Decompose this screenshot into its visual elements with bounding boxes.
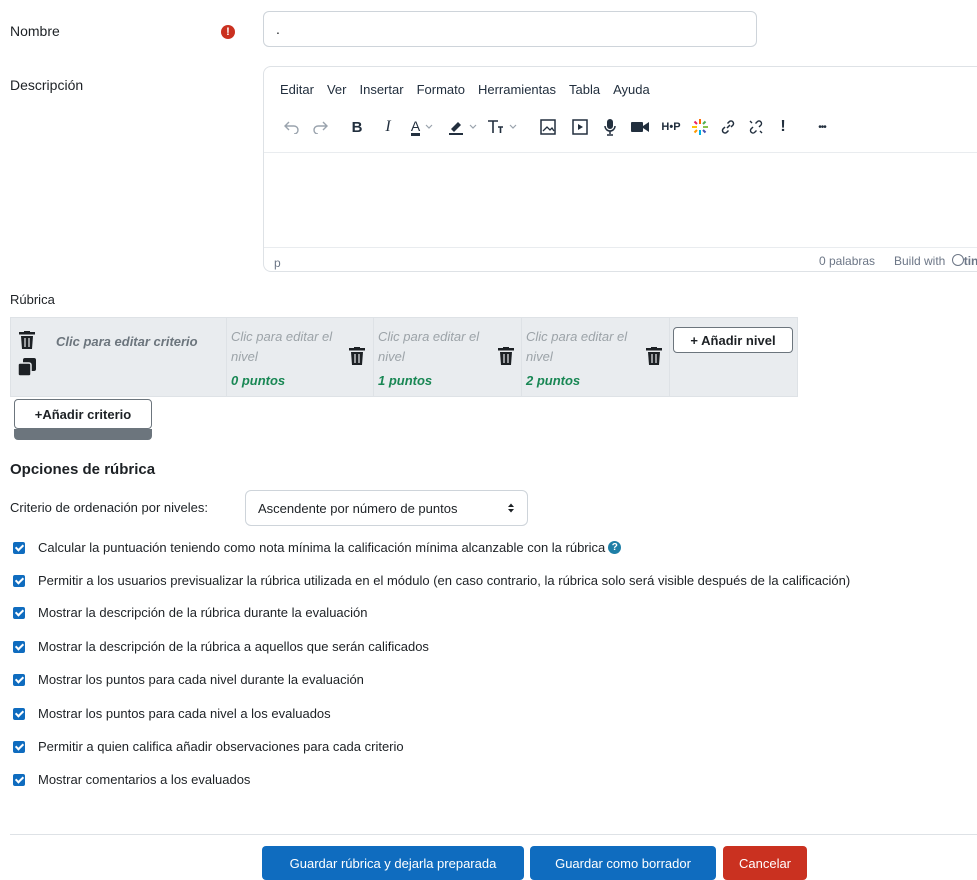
select-arrows-icon: [508, 503, 514, 513]
duplicate-criterion-icon[interactable]: [17, 358, 36, 379]
rubric-label: Rúbrica: [10, 292, 55, 307]
checkbox-checked[interactable]: [13, 541, 25, 554]
menu-tabla[interactable]: Tabla: [569, 82, 600, 97]
checkbox-row[interactable]: Mostrar comentarios a los evaluados: [13, 772, 250, 787]
criterion-description[interactable]: Clic para editar criterio: [56, 334, 198, 349]
rubric-level[interactable]: Clic para editar el nivel 1 puntos: [373, 318, 521, 396]
editor-toolbar: B I A H•P ! •••: [278, 111, 842, 143]
checkbox-row[interactable]: Mostrar la descripción de la rúbrica a a…: [13, 639, 429, 654]
description-label: Descripción: [10, 77, 84, 93]
checkbox-row[interactable]: Permitir a quien califica añadir observa…: [13, 739, 404, 754]
checkbox-label: Mostrar los puntos para cada nivel duran…: [38, 672, 364, 687]
delete-level-icon[interactable]: [498, 347, 514, 368]
checkbox-label: Mostrar la descripción de la rúbrica dur…: [38, 605, 368, 620]
save-draft-button[interactable]: Guardar como borrador: [530, 846, 716, 880]
highlight-icon[interactable]: [442, 113, 482, 141]
name-label: Nombre: [10, 23, 60, 39]
add-criterion-bar: [14, 429, 152, 440]
menu-herramientas[interactable]: Herramientas: [478, 82, 556, 97]
checkbox-checked[interactable]: [13, 673, 25, 686]
unlink-icon[interactable]: [742, 113, 770, 141]
checkbox-row[interactable]: Mostrar los puntos para cada nivel duran…: [13, 672, 364, 687]
image-icon[interactable]: [532, 113, 564, 141]
italic-icon[interactable]: I: [374, 113, 402, 141]
text-color-icon[interactable]: A: [402, 113, 442, 141]
level-description[interactable]: Clic para editar el nivel: [526, 327, 644, 367]
checkbox-label: Permitir a los usuarios previsualizar la…: [38, 573, 851, 588]
element-path[interactable]: p: [274, 256, 281, 270]
h5p-icon[interactable]: H•P: [656, 113, 686, 141]
cancel-button[interactable]: Cancelar: [723, 846, 807, 880]
sort-order-value: Ascendente por número de puntos: [258, 500, 458, 516]
sort-order-select[interactable]: Ascendente por número de puntos: [245, 490, 528, 526]
checkbox-checked[interactable]: [13, 773, 25, 786]
rubric-editor: Clic para editar criterio Clic para edit…: [10, 317, 798, 397]
add-level-cell: + Añadir nivel: [669, 318, 797, 396]
checkbox-checked[interactable]: [13, 740, 25, 753]
menu-ver[interactable]: Ver: [327, 82, 347, 97]
checkbox-row[interactable]: Mostrar los puntos para cada nivel a los…: [13, 706, 331, 721]
level-points[interactable]: 0 puntos: [231, 373, 285, 388]
undo-icon[interactable]: [278, 113, 306, 141]
more-icon[interactable]: •••: [802, 113, 842, 141]
build-with-tinymce[interactable]: Build with tinyMCE: [894, 254, 977, 268]
checkbox-checked[interactable]: [13, 606, 25, 619]
microphone-icon[interactable]: [596, 113, 624, 141]
rubric-level[interactable]: Clic para editar el nivel 2 puntos: [521, 318, 669, 396]
checkbox-checked[interactable]: [13, 574, 25, 587]
level-description[interactable]: Clic para editar el nivel: [231, 327, 349, 367]
delete-level-icon[interactable]: [646, 347, 662, 368]
name-input[interactable]: [263, 11, 757, 47]
menu-ayuda[interactable]: Ayuda: [613, 82, 650, 97]
word-count[interactable]: 0 palabras: [819, 254, 875, 268]
help-icon[interactable]: ?: [608, 541, 622, 554]
level-points[interactable]: 2 puntos: [526, 373, 580, 388]
checkbox-label: Mostrar los puntos para cada nivel a los…: [38, 706, 331, 721]
add-criterion-button[interactable]: +Añadir criterio: [14, 399, 152, 429]
link-icon[interactable]: [714, 113, 742, 141]
menu-insertar[interactable]: Insertar: [359, 82, 403, 97]
media-icon[interactable]: [564, 113, 596, 141]
editor-menubar: Editar Ver Insertar Formato Herramientas…: [280, 82, 650, 97]
exclamation-icon[interactable]: !: [770, 113, 796, 141]
checkbox-row[interactable]: Calcular la puntuación teniendo como not…: [13, 540, 622, 555]
checkbox-label: Permitir a quien califica añadir observa…: [38, 739, 404, 754]
level-points[interactable]: 1 puntos: [378, 373, 432, 388]
rubric-options-heading: Opciones de rúbrica: [10, 461, 156, 478]
checkbox-checked[interactable]: [13, 640, 25, 653]
add-level-button[interactable]: + Añadir nivel: [673, 327, 793, 353]
description-editor: Editar Ver Insertar Formato Herramientas…: [263, 66, 977, 272]
bold-icon[interactable]: B: [340, 113, 374, 141]
editor-statusbar: p 0 palabras Build with tinyMCE: [264, 247, 977, 271]
checkbox-row[interactable]: Permitir a los usuarios previsualizar la…: [13, 573, 850, 588]
sort-order-label: Criterio de ordenación por niveles:: [10, 500, 208, 515]
delete-level-icon[interactable]: [349, 347, 365, 368]
checkbox-label: Mostrar la descripción de la rúbrica a a…: [38, 639, 429, 654]
rubric-level[interactable]: Clic para editar el nivel 0 puntos: [226, 318, 373, 396]
checkbox-checked[interactable]: [13, 707, 25, 720]
redo-icon[interactable]: [306, 113, 334, 141]
delete-criterion-icon[interactable]: [19, 331, 35, 352]
menu-editar[interactable]: Editar: [280, 82, 314, 97]
save-ready-button[interactable]: Guardar rúbrica y dejarla preparada: [262, 846, 524, 880]
level-description[interactable]: Clic para editar el nivel: [378, 327, 496, 367]
checkbox-row[interactable]: Mostrar la descripción de la rúbrica dur…: [13, 605, 368, 620]
menu-formato[interactable]: Formato: [417, 82, 465, 97]
add-criterion-wrapper: +Añadir criterio: [14, 399, 154, 441]
checkbox-label: Mostrar comentarios a los evaluados: [38, 772, 251, 787]
divider: [10, 834, 977, 835]
ai-sparkle-icon[interactable]: [686, 113, 714, 141]
font-size-icon[interactable]: [482, 113, 522, 141]
editor-content-area[interactable]: [264, 152, 977, 248]
required-icon: !: [221, 25, 235, 39]
tinymce-logo-icon: [951, 254, 964, 266]
checkbox-label: Calcular la puntuación teniendo como not…: [38, 540, 606, 555]
video-camera-icon[interactable]: [624, 113, 656, 141]
